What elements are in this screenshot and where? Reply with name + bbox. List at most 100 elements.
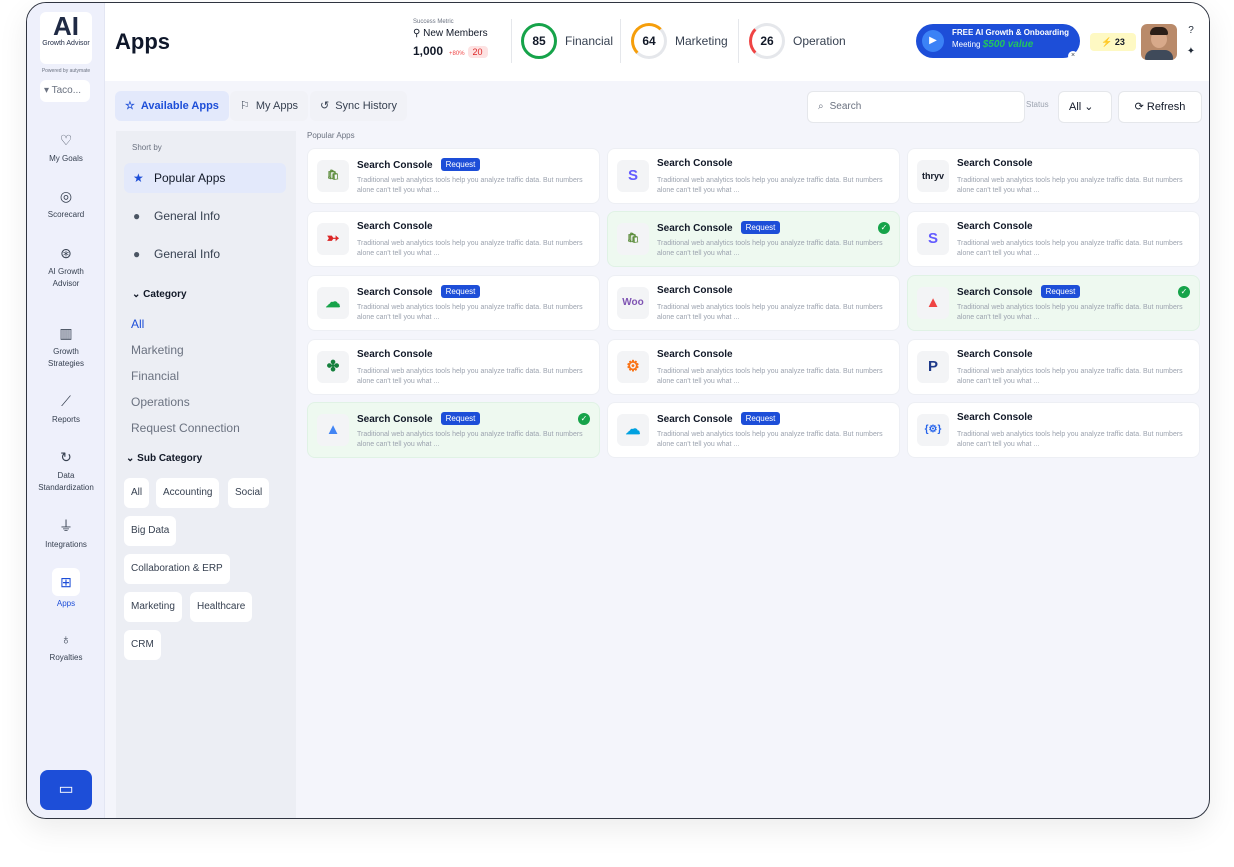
app-card[interactable]: 🛍 Search Console Request Traditional web an… [607,211,900,267]
category-financial[interactable]: Financial [131,369,179,383]
app-card[interactable]: P Search Console Traditional web analytics… [907,339,1200,395]
app-card-title: Search Console [957,221,1033,232]
subcategory-chip[interactable]: Social [228,478,270,508]
success-metric[interactable]: Success Metric ⚲ New Members 1,000 +80% 20 [413,19,505,58]
app-window: AI Growth Advisor Powered by autymate ▾ … [26,2,1210,819]
app-card-title: Search Console [657,223,733,234]
chevron-down-icon: ⌄ [126,453,138,464]
category-request-connection[interactable]: Request Connection [131,421,240,435]
divider [738,19,739,63]
nav-royalties[interactable]: ♁ Royalties [27,630,105,664]
nav-data-standardization[interactable]: ↻ Data Standardization [27,448,105,494]
hubspot-logo: ⚙ [617,351,649,383]
nav-ai-growth-advisor[interactable]: ⊛ AI Growth Advisor [27,244,105,290]
refresh-button[interactable]: ⟳ Refresh [1118,91,1202,123]
subcategory-chip[interactable]: Accounting [156,478,220,508]
request-badge[interactable]: Request [440,412,481,425]
category-operations[interactable]: Operations [131,395,190,409]
category-header[interactable]: ⌄ Category [132,289,187,300]
tab-sync-history[interactable]: ↺ Sync History [310,91,407,121]
help-icon[interactable]: ? [1185,25,1197,37]
metric-pct: +80% [449,51,465,57]
tab-my-apps[interactable]: ⚐ My Apps [230,91,309,121]
nav-label: Growth Strategies [47,347,85,368]
app-card-title-row: Search Console [657,158,733,169]
nav-growth-strategies[interactable]: ▥ Growth Strategies [27,324,105,370]
sort-label: General Info [154,247,221,261]
request-badge[interactable]: Request [740,221,781,234]
promo-line1: FREE AI Growth & Onboarding [952,28,1070,37]
app-card[interactable]: ☁ Search Console Request Traditional web an… [307,275,600,331]
nav-label: Integrations [45,540,87,549]
subcategory-chip[interactable]: Collaboration & ERP [124,554,230,584]
app-card[interactable]: ✤ Search Console Traditional web analytics… [307,339,600,395]
subcategory-header[interactable]: ⌄ Sub Category [126,453,202,464]
mountain-logo: ▲ [917,287,949,319]
credits-badge[interactable]: ⚡ 23 [1090,33,1136,51]
metric-count: 20 [467,46,488,58]
books-icon: ▥ [59,325,73,341]
app-card-description: Traditional web analytics tools help you… [357,368,583,385]
category-all[interactable]: All [131,317,144,331]
category-marketing[interactable]: Marketing [131,343,184,357]
avatar[interactable] [1141,24,1177,60]
request-badge[interactable]: Request [440,285,481,298]
sort-general-info[interactable]: ● General Info [124,201,286,231]
close-icon[interactable]: × [1068,51,1078,61]
metric-name-row: ⚲ New Members [413,28,505,39]
nav-apps[interactable]: ⊞ Apps [27,568,105,610]
nav-my-goals[interactable]: ♡ My Goals [27,131,105,165]
tab-available-apps[interactable]: ☆ Available Apps [115,91,229,121]
app-card[interactable]: 🛍 Search Console Request Traditional web an… [307,148,600,204]
request-badge[interactable]: Request [1040,285,1081,298]
app-card[interactable]: ⚙ Search Console Traditional web analytics… [607,339,900,395]
promo-amount: $500 value [982,39,1034,50]
star-icon: ★ [133,171,144,185]
app-card[interactable]: ➳ Search Console Traditional web analytics… [307,211,600,267]
guide-button[interactable]: ▭ [40,770,92,810]
app-card[interactable]: {⚙} Search Console Traditional web analyti… [907,402,1200,458]
app-card-description: Traditional web analytics tools help you… [957,368,1183,385]
promo-banner[interactable]: ▶ FREE AI Growth & Onboarding Meeting $5… [916,24,1080,61]
magic-wand-icon[interactable]: ✦ [1185,46,1197,58]
nav-integrations[interactable]: ⏚ Integrations [27,517,105,551]
request-badge[interactable]: Request [440,158,481,171]
app-card[interactable]: S Search Console Traditional web analytics… [607,148,900,204]
search-placeholder: Search [829,101,862,112]
app-card[interactable]: ☁ Search Console Request Traditional web an… [607,402,900,458]
app-card[interactable]: thryv Search Console Traditional web analy… [907,148,1200,204]
money-bag-icon: ♁ [60,631,72,647]
subcategory-chip[interactable]: Big Data [124,516,177,546]
app-card[interactable]: S Search Console Traditional web analytics… [907,211,1200,267]
request-badge[interactable]: Request [740,412,781,425]
workspace-name: Taco... [51,85,82,96]
brand-logo[interactable]: AI Growth Advisor [40,12,92,64]
subcategory-chip[interactable]: Marketing [124,592,182,622]
nav-scorecard[interactable]: ◎ Scorecard [27,187,105,221]
app-card[interactable]: ▲ Search Console Request Traditional web an… [307,402,600,458]
app-card-title-row: Search Console Request [357,158,481,171]
app-card[interactable]: Woo Search Console Traditional web analyti… [607,275,900,331]
scorecard-icon: ◎ [59,188,73,204]
workspace-selector[interactable]: ▾ Taco... [40,80,90,102]
status-select[interactable]: All ⌄ [1058,91,1112,123]
category-title: Category [143,289,187,300]
subcategory-chip[interactable]: Healthcare [190,592,253,622]
heart-pulse-icon: ♡ [59,132,73,148]
nav-reports[interactable]: ⟋ Reports [27,392,105,426]
promo-line2: Meeting [952,40,981,49]
nav-label: Royalties [49,653,83,662]
logo-ai-text: AI [53,11,79,41]
chevron-down-icon: ⌄ [1084,101,1094,113]
app-card-description: Traditional web analytics tools help you… [357,240,583,257]
search-input[interactable]: ⌕ Search [807,91,1025,123]
app-card-title: Search Console [357,221,433,232]
subcategory-chip[interactable]: All [124,478,150,508]
app-card[interactable]: ▲ Search Console Request Traditional web an… [907,275,1200,331]
sort-general-info-2[interactable]: ● General Info [124,239,286,269]
app-card-title: Search Console [357,414,433,425]
refresh-label: Refresh [1146,101,1186,113]
subcategory-chip[interactable]: CRM [124,630,161,660]
divider [511,19,512,63]
sort-popular-apps[interactable]: ★ Popular Apps [124,163,286,193]
